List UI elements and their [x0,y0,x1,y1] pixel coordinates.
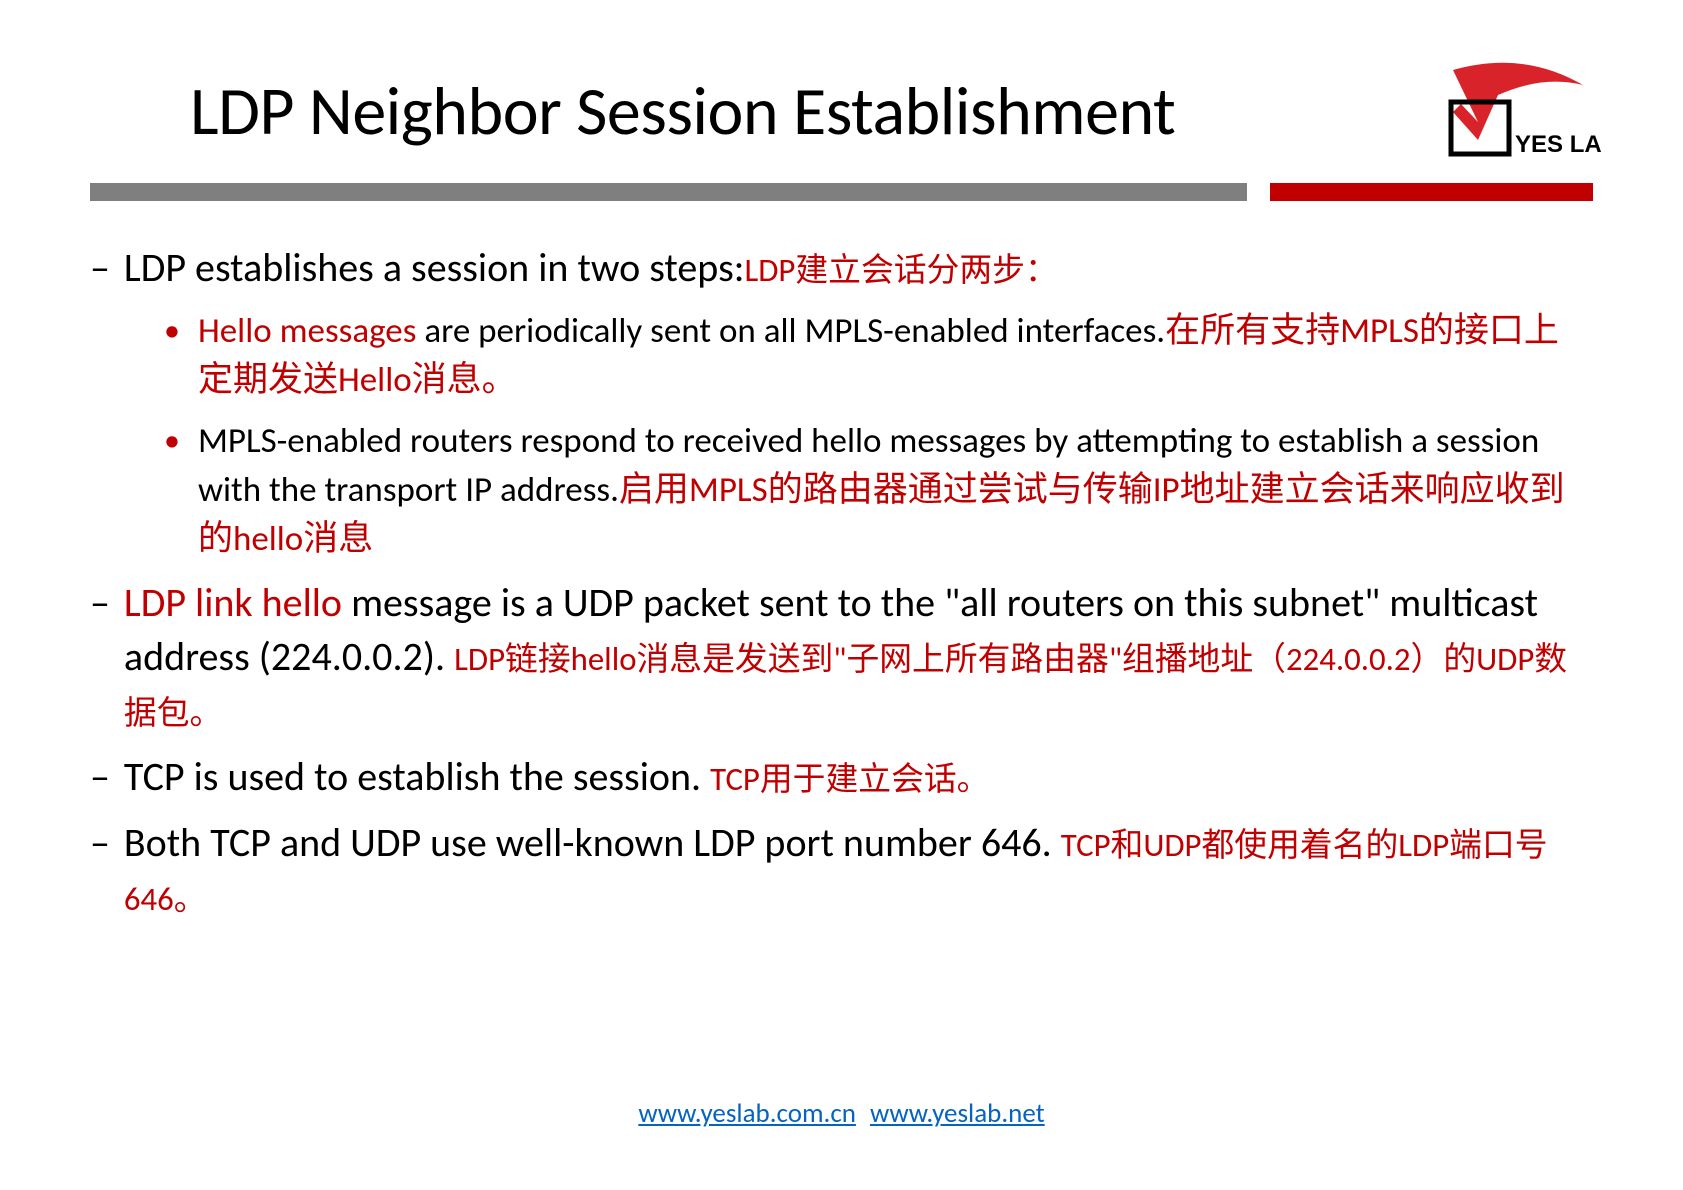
slide-title: LDP Neighbor Session Establishment [90,70,1175,153]
point-4-en: Both TCP and UDP use well-known LDP port… [124,818,1061,867]
bullet-level1: – Both TCP and UDP use well-known LDP po… [90,816,1593,924]
yeslab-logo: YES LAB [1403,60,1603,180]
footer: www.yeslab.com.cn www.yeslab.net [0,1097,1683,1130]
bullet-level2: • Hello messages are periodically sent o… [164,307,1593,405]
bullet-level1: – TCP is used to establish the session. … [90,750,1593,804]
bullet-level2: • MPLS-enabled routers respond to receiv… [164,417,1593,564]
point-1a-strong: Hello messages [198,310,416,352]
dot-icon: • [164,417,180,564]
point-1a: Hello messages are periodically sent on … [198,307,1593,405]
bullet-level1: – LDP link hello message is a UDP packet… [90,576,1593,738]
divider-grey [90,183,1247,201]
dash-icon: – [90,816,110,924]
point-3: TCP is used to establish the session. TC… [124,750,1593,804]
dash-icon: – [90,241,110,295]
dash-icon: – [90,576,110,738]
point-3-zh: TCP用于建立会话。 [710,759,989,799]
dash-icon: – [90,750,110,804]
point-1: LDP establishes a session in two steps:L… [124,241,1593,295]
point-4: Both TCP and UDP use well-known LDP port… [124,816,1593,924]
divider-bar [90,183,1593,201]
point-1-en: LDP establishes a session in two steps: [124,243,745,292]
point-2: LDP link hello message is a UDP packet s… [124,576,1593,738]
slide: LDP Neighbor Session Establishment YES L… [0,0,1683,1190]
svg-text:YES LAB: YES LAB [1515,131,1603,158]
point-1b: MPLS-enabled routers respond to received… [198,417,1593,564]
divider-red [1270,183,1593,201]
slide-body: – LDP establishes a session in two steps… [90,241,1593,924]
title-row: LDP Neighbor Session Establishment [90,70,1593,173]
point-1-zh: LDP建立会话分两步： [744,250,1057,290]
footer-link-2[interactable]: www.yeslab.net [870,1097,1045,1130]
dot-icon: • [164,307,180,405]
point-3-en: TCP is used to establish the session. [124,752,710,801]
point-1a-rest: are periodically sent on all MPLS-enable… [416,310,1165,352]
footer-link-1[interactable]: www.yeslab.com.cn [638,1097,856,1130]
point-2-strong: LDP link hello [124,578,342,627]
bullet-level1: – LDP establishes a session in two steps… [90,241,1593,295]
